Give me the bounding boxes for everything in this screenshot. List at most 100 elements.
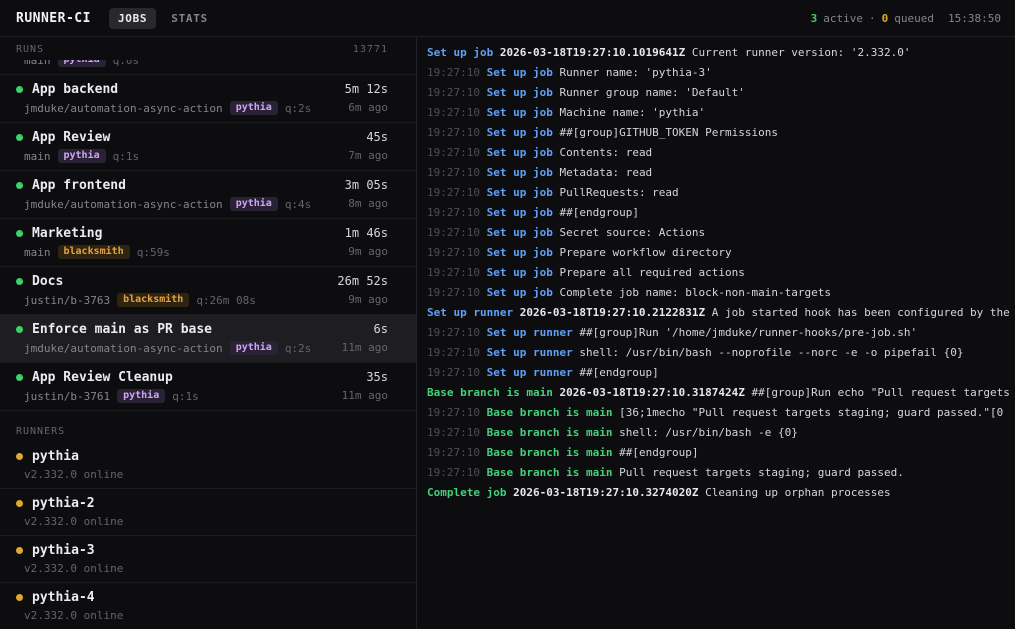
runs-count: 13771 bbox=[353, 44, 388, 55]
log-timestamp: 19:27:10 bbox=[427, 146, 480, 159]
log-group-label: Set up job bbox=[487, 86, 553, 99]
log-timestamp: 19:27:10 bbox=[427, 326, 480, 339]
log-group-label: Set up job bbox=[487, 246, 553, 259]
runner-name: pythia-2 bbox=[32, 496, 95, 511]
runners-header-label: RUNNERS bbox=[16, 426, 65, 437]
log-timestamp: 19:27:10 bbox=[427, 426, 480, 439]
run-list-item[interactable]: App Review Cleanup justin/b-3761 pythia … bbox=[0, 363, 416, 411]
tab-stats[interactable]: STATS bbox=[162, 8, 217, 29]
runs-section-header: RUNS 13771 bbox=[0, 37, 416, 60]
runner-list-item[interactable]: pythia-3 v2.332.0 online bbox=[0, 536, 416, 583]
log-group-label: Set up job bbox=[487, 266, 553, 279]
log-group-label: Base branch is main bbox=[487, 446, 613, 459]
log-line: 19:27:10 Base branch is main shell: /usr… bbox=[427, 423, 1015, 443]
run-queue-time: q:59s bbox=[137, 246, 170, 259]
log-message: A job started hook has been configured b… bbox=[712, 306, 1010, 319]
run-title: Marketing bbox=[32, 226, 102, 241]
run-list-item[interactable]: Enforce main as PR base jmduke/automatio… bbox=[0, 315, 416, 363]
log-timestamp: 19:27:10 bbox=[427, 206, 480, 219]
clock: 15:38:50 bbox=[948, 12, 1001, 25]
run-duration: 35s bbox=[342, 370, 388, 385]
log-message: Metadata: read bbox=[559, 166, 652, 179]
log-message: [36;1mecho "Pull request targets staging… bbox=[619, 406, 1003, 419]
runner-list-item[interactable]: pythia v2.332.0 online bbox=[0, 442, 416, 489]
run-list-item[interactable]: App frontend jmduke/automation-async-act… bbox=[0, 171, 416, 219]
log-line: 19:27:10 Base branch is main ##[endgroup… bbox=[427, 443, 1015, 463]
log-line: 19:27:10 Set up runner shell: /usr/bin/b… bbox=[427, 343, 1015, 363]
log-timestamp: 19:27:10 bbox=[427, 226, 480, 239]
run-list-item[interactable]: App backend jmduke/automation-async-acti… bbox=[0, 75, 416, 123]
log-message: Prepare all required actions bbox=[559, 266, 744, 279]
log-group-label: Set up runner bbox=[487, 326, 573, 339]
log-iso-timestamp: 2026-03-18T19:27:10.3187424Z bbox=[559, 386, 744, 399]
log-group-label: Set up job bbox=[487, 206, 553, 219]
log-timestamp: 19:27:10 bbox=[427, 446, 480, 459]
log-line: Set up job 2026-03-18T19:27:10.1019641Z … bbox=[427, 43, 1015, 63]
runner-status-dot-icon bbox=[16, 594, 23, 601]
run-list-item[interactable]: Docs justin/b-3763 blacksmith q:26m 08s … bbox=[0, 267, 416, 315]
log-message: Contents: read bbox=[559, 146, 652, 159]
log-pane[interactable]: Set up job 2026-03-18T19:27:10.1019641Z … bbox=[417, 37, 1015, 629]
runner-badge: pythia bbox=[230, 101, 278, 115]
log-group-label: Set up job bbox=[487, 226, 553, 239]
log-message: Runner name: 'pythia-3' bbox=[559, 66, 711, 79]
run-ref: justin/b-3761 bbox=[24, 390, 110, 403]
log-line: 19:27:10 Set up job Contents: read bbox=[427, 143, 1015, 163]
log-message: Prepare workflow directory bbox=[559, 246, 731, 259]
runs-header-label: RUNS bbox=[16, 44, 44, 55]
run-list-item[interactable]: Marketing main blacksmith q:59s 1m 46s 9… bbox=[0, 219, 416, 267]
runner-name: pythia-4 bbox=[32, 590, 95, 605]
run-list-item[interactable]: App Review main pythia q:1s 45s 7m ago bbox=[0, 123, 416, 171]
run-ago: 8m ago bbox=[345, 197, 388, 210]
log-timestamp: 19:27:10 bbox=[427, 86, 480, 99]
status-separator: · bbox=[869, 12, 876, 25]
runner-list-item[interactable]: pythia-4 v2.332.0 online bbox=[0, 583, 416, 629]
log-timestamp: 19:27:10 bbox=[427, 166, 480, 179]
log-message: Secret source: Actions bbox=[559, 226, 705, 239]
run-title: Enforce main as PR base bbox=[32, 322, 212, 337]
run-ago: 6m ago bbox=[345, 101, 388, 114]
queued-count: 0 bbox=[882, 12, 889, 25]
runner-badge: blacksmith bbox=[117, 293, 189, 307]
run-title: App frontend bbox=[32, 178, 126, 193]
runner-name: pythia bbox=[32, 449, 79, 464]
runner-meta: v2.332.0 online bbox=[16, 468, 388, 481]
log-group-label: Set up runner bbox=[487, 346, 573, 359]
log-line: 19:27:10 Set up job Runner name: 'pythia… bbox=[427, 63, 1015, 83]
runs-list: main pythia q:0s App backend jmduke/auto… bbox=[0, 60, 416, 411]
run-ref: jmduke/automation-async-action bbox=[24, 342, 223, 355]
run-ago: 9m ago bbox=[345, 245, 388, 258]
run-status-dot-icon bbox=[16, 374, 23, 381]
log-line: 19:27:10 Set up job Metadata: read bbox=[427, 163, 1015, 183]
runner-badge: pythia bbox=[58, 60, 106, 67]
runner-status-dot-icon bbox=[16, 453, 23, 460]
log-timestamp: 19:27:10 bbox=[427, 186, 480, 199]
run-duration: 1m 46s bbox=[345, 226, 388, 241]
runner-list-item[interactable]: pythia-2 v2.332.0 online bbox=[0, 489, 416, 536]
active-count: 3 bbox=[811, 12, 818, 25]
log-iso-timestamp: 2026-03-18T19:27:10.3274020Z bbox=[513, 486, 698, 499]
log-line: 19:27:10 Set up job ##[endgroup] bbox=[427, 203, 1015, 223]
log-message: ##[endgroup] bbox=[619, 446, 698, 459]
log-message: shell: /usr/bin/bash --noprofile --norc … bbox=[579, 346, 963, 359]
log-message: Machine name: 'pythia' bbox=[559, 106, 705, 119]
tab-jobs[interactable]: JOBS bbox=[109, 8, 156, 29]
log-line: 19:27:10 Set up job Secret source: Actio… bbox=[427, 223, 1015, 243]
run-queue-time: q:4s bbox=[285, 198, 312, 211]
log-group-label: Set up job bbox=[487, 66, 553, 79]
log-group-label: Base branch is main bbox=[427, 386, 553, 399]
run-ref: jmduke/automation-async-action bbox=[24, 102, 223, 115]
app-window: RUNNER-CI JOBS STATS 3 active · 0 queued… bbox=[0, 0, 1015, 629]
log-line: Base branch is main 2026-03-18T19:27:10.… bbox=[427, 383, 1015, 403]
run-ago: 11m ago bbox=[342, 341, 388, 354]
log-iso-timestamp: 2026-03-18T19:27:10.2122831Z bbox=[520, 306, 705, 319]
log-line: 19:27:10 Base branch is main [36;1mecho … bbox=[427, 403, 1015, 423]
log-message: ##[group]Run echo "Pull request targets bbox=[752, 386, 1010, 399]
log-line: 19:27:10 Set up job Complete job name: b… bbox=[427, 283, 1015, 303]
status-bar: 3 active · 0 queued 15:38:50 bbox=[811, 12, 1001, 25]
run-duration: 6s bbox=[342, 322, 388, 337]
runner-meta: v2.332.0 online bbox=[16, 562, 388, 575]
run-list-item[interactable]: main pythia q:0s bbox=[0, 60, 416, 75]
main-split: RUNS 13771 main pythia q:0s App backend bbox=[0, 37, 1015, 629]
queued-label: queued bbox=[894, 12, 934, 25]
